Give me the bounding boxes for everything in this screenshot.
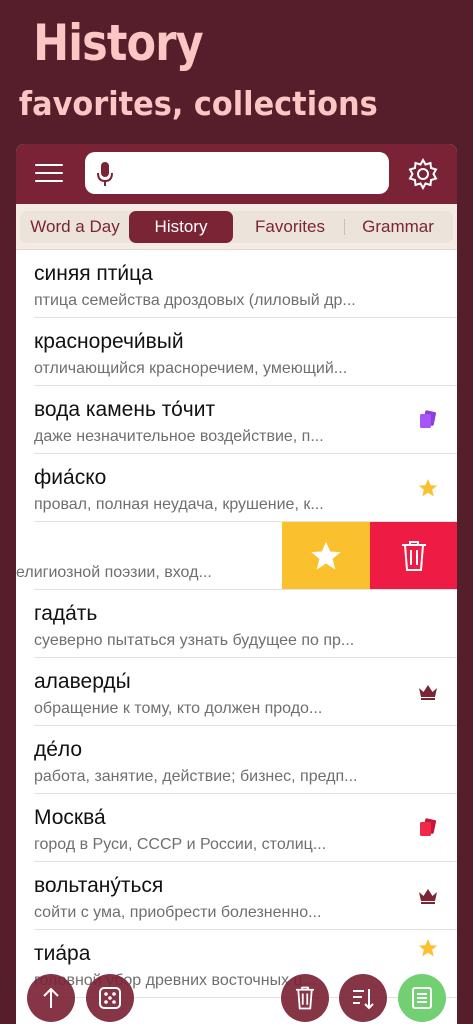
app-window: Word a Day History Favorites Grammar син… xyxy=(16,144,457,1024)
search-input[interactable] xyxy=(85,152,389,194)
top-bar xyxy=(16,144,457,204)
entry-definition: елигиозной поэзии, вход... xyxy=(16,564,212,581)
entry-definition: даже незначительное воздействие, п... xyxy=(34,428,324,445)
tab-grammar[interactable]: Grammar xyxy=(346,211,450,243)
entry-word: фиа́ско xyxy=(34,466,107,489)
tab-history[interactable]: History xyxy=(129,211,233,243)
tab-favorites[interactable]: Favorites xyxy=(238,211,342,243)
entry-word: алаверды́ xyxy=(34,670,131,693)
trash-icon xyxy=(402,541,426,571)
collections-button[interactable] xyxy=(398,974,446,1022)
entry-word: тиа́ра xyxy=(34,942,91,965)
dice-icon xyxy=(99,987,121,1009)
list-item[interactable]: красноречи́вый отличающийся красноречием… xyxy=(16,318,457,386)
segmented-control: Word a Day History Favorites Grammar xyxy=(16,204,457,250)
star-icon xyxy=(418,939,438,957)
tab-word-a-day[interactable]: Word a Day xyxy=(22,211,128,243)
star-icon xyxy=(311,541,341,570)
entry-definition: провал, полная неудача, крушение, к... xyxy=(34,496,324,513)
crown-icon xyxy=(419,685,437,700)
promo-subtitle: favorites, collections xyxy=(18,84,378,123)
entry-word: вольтану́ться xyxy=(34,874,164,897)
list-item-swiped[interactable]: елигиозной поэзии, вход... xyxy=(16,522,457,590)
sort-icon xyxy=(353,989,374,1010)
scroll-top-button[interactable] xyxy=(27,974,75,1022)
entry-word: синяя пти́ца xyxy=(34,262,153,285)
tab-separator xyxy=(344,219,345,235)
list-item[interactable]: тиа́ра головной убор древних восточных ц… xyxy=(16,930,457,998)
entry-definition: суеверно пытаться узнать будущее по пр..… xyxy=(34,632,355,649)
hamburger-menu-icon[interactable] xyxy=(35,164,63,184)
entry-definition: сойти с ума, приобрести болезненно... xyxy=(34,904,322,921)
cards-red-icon xyxy=(420,818,437,836)
entry-definition: отличающийся красноречием, умеющий... xyxy=(34,360,348,377)
entry-word: Москва́ xyxy=(34,806,106,829)
entry-definition: город в Руси, СССР и России, столиц... xyxy=(34,836,327,853)
clear-history-button[interactable] xyxy=(281,974,329,1022)
entry-definition: работа, занятие, действие; бизнес, предп… xyxy=(34,768,358,785)
entry-word: вода камень то́чит xyxy=(34,398,216,421)
list-icon xyxy=(412,987,432,1009)
promo-title: History xyxy=(33,14,203,72)
list-item[interactable]: вольтану́ться сойти с ума, приобрести бо… xyxy=(16,862,457,930)
favorite-action-button[interactable] xyxy=(282,522,370,590)
list-item[interactable]: синяя пти́ца птица семейства дроздовых (… xyxy=(16,250,457,318)
entry-definition: птица семейства дроздовых (лиловый др... xyxy=(34,292,356,309)
list-item[interactable]: фиа́ско провал, полная неудача, крушение… xyxy=(16,454,457,522)
list-item[interactable]: алаверды́ обращение к тому, кто должен п… xyxy=(16,658,457,726)
list-item[interactable]: вода камень то́чит даже незначительное в… xyxy=(16,386,457,454)
delete-action-button[interactable] xyxy=(370,522,457,590)
entry-word: красноречи́вый xyxy=(34,330,184,353)
crown-icon xyxy=(419,889,437,904)
trash-icon xyxy=(296,986,314,1010)
arrow-up-icon xyxy=(43,987,59,1008)
entry-word: гада́ть xyxy=(34,602,98,625)
entry-word: де́ло xyxy=(34,738,83,761)
star-icon xyxy=(418,479,438,497)
random-word-button[interactable] xyxy=(86,974,134,1022)
gear-icon[interactable] xyxy=(406,157,440,191)
list-item[interactable]: Москва́ город в Руси, СССР и России, сто… xyxy=(16,794,457,862)
microphone-icon[interactable] xyxy=(95,161,115,187)
list-item[interactable]: де́ло работа, занятие, действие; бизнес,… xyxy=(16,726,457,794)
cards-purple-icon xyxy=(420,410,437,428)
entry-definition: обращение к тому, кто должен продо... xyxy=(34,700,323,717)
sort-button[interactable] xyxy=(339,974,387,1022)
list-item[interactable]: гада́ть суеверно пытаться узнать будущее… xyxy=(16,590,457,658)
